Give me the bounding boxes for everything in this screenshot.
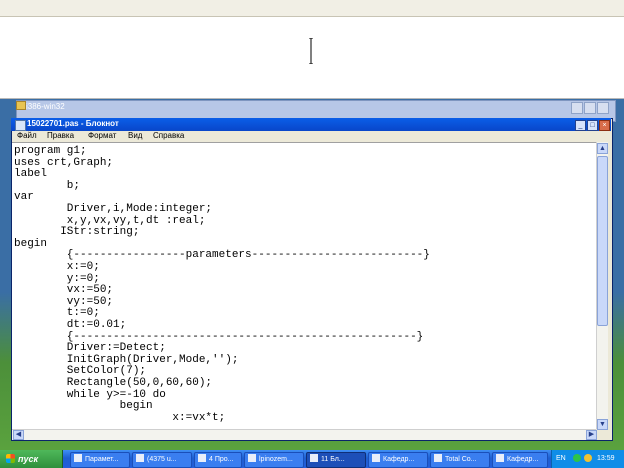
code-line: Rectangle(50,0,60,60); [14, 377, 213, 389]
close-button[interactable]: × [599, 120, 610, 131]
scroll-down-icon[interactable]: ▼ [597, 419, 608, 430]
code-line: x:=vx*t; [14, 411, 226, 424]
browser-icon [136, 454, 144, 462]
taskbar-item[interactable]: Total Co... [430, 452, 490, 468]
close-icon[interactable] [597, 102, 609, 114]
taskbar-item-label: Парамет... [85, 456, 119, 463]
app-icon [248, 454, 256, 462]
vertical-scroll-thumb[interactable] [597, 156, 608, 326]
taskbar-item[interactable]: (4375 u... [132, 452, 192, 468]
network-icon[interactable] [573, 454, 581, 462]
clock: 13:59 [597, 455, 615, 462]
windows-logo-icon [6, 454, 15, 463]
notepad-icon [15, 120, 26, 131]
taskbar-item-label: Кафедр... [383, 456, 415, 463]
taskbar-item-label: Total Co... [445, 456, 477, 463]
taskbar-item-label: 4 Про... [209, 456, 234, 463]
code-line: Driver,i,Mode:integer; [14, 203, 213, 215]
notepad-icon [310, 454, 318, 462]
minimize-icon[interactable] [571, 102, 583, 114]
upper-window-area [0, 0, 624, 99]
scroll-right-icon[interactable]: ▶ [586, 430, 597, 440]
taskbar-item[interactable]: Кафедр... [492, 452, 548, 468]
taskbar-item-active[interactable]: 11 Бл... [306, 452, 366, 468]
menu-edit[interactable]: Правка [47, 131, 74, 140]
scroll-left-icon[interactable]: ◀ [13, 430, 24, 440]
taskbar-item-label: (4375 u... [147, 456, 177, 463]
taskbar-item-label: 11 Бл... [321, 456, 345, 463]
language-indicator[interactable]: EN [556, 455, 566, 462]
folder-icon [16, 101, 26, 110]
taskbar-item[interactable]: Парамет... [70, 452, 130, 468]
minimize-button[interactable]: _ [575, 120, 586, 131]
menu-format[interactable]: Формат [88, 131, 116, 140]
text-cursor-icon [309, 38, 313, 64]
taskbar-item[interactable]: Кафедр... [368, 452, 428, 468]
menu-view[interactable]: Вид [128, 131, 142, 140]
code-line: x:=0; [14, 261, 100, 273]
browser-icon [372, 454, 380, 462]
tray-icon[interactable] [584, 454, 592, 462]
app-icon [74, 454, 82, 462]
upper-window-top-strip [0, 0, 624, 17]
horizontal-scrollbar[interactable] [12, 429, 596, 440]
app-icon [434, 454, 442, 462]
menu-file[interactable]: Файл [17, 131, 37, 140]
taskbar-item[interactable]: 4 Про... [194, 452, 242, 468]
start-label: пуск [18, 454, 39, 464]
code-line: program g1; [14, 145, 87, 157]
taskbar-item[interactable]: lpinozem... [244, 452, 304, 468]
scroll-up-icon[interactable]: ▲ [597, 143, 608, 154]
maximize-icon[interactable] [584, 102, 596, 114]
folder-icon [198, 454, 206, 462]
menu-help[interactable]: Справка [153, 131, 184, 140]
maximize-button[interactable]: □ [587, 120, 598, 131]
taskbar-item-label: Кафедр... [507, 456, 539, 463]
code-line: dt:=0.01; [14, 319, 127, 331]
taskbar-item-label: lpinozem... [259, 456, 293, 463]
notepad-title: 15022701.pas - Блокнот [27, 119, 119, 128]
background-window-title: i386-win32 [26, 102, 65, 111]
document-icon [496, 454, 504, 462]
